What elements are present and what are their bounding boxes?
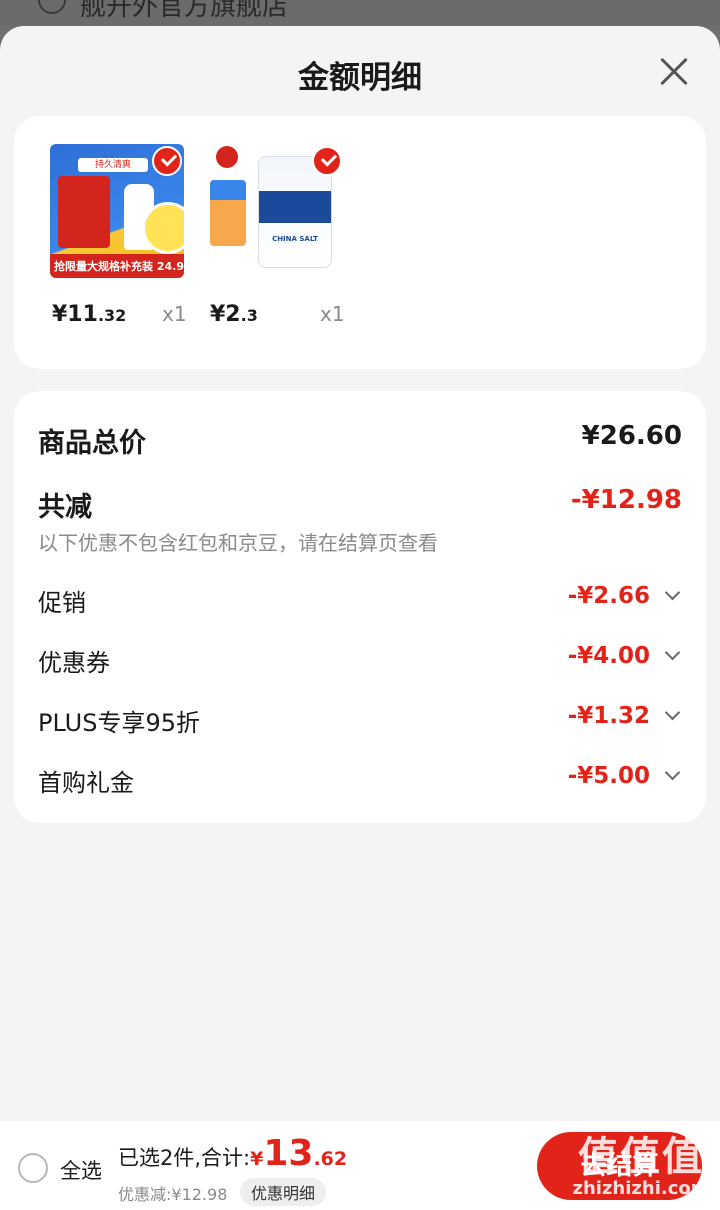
product-image: 持久清爽 抢限量大规格补充装 24.9 (50, 144, 184, 278)
image-band-text: 抢限量大规格补充装 24.9 (54, 260, 184, 273)
chevron-down-icon[interactable] (664, 584, 681, 601)
total-price-value: ¥26.60 (581, 421, 682, 451)
first-purchase-label: 首购礼金 (38, 769, 134, 797)
discount-detail-button[interactable]: 优惠明细 (240, 1178, 327, 1206)
promo-value: -¥2.66 (567, 583, 650, 609)
promo-label: 促销 (38, 589, 86, 617)
product-qty: x1 (162, 302, 187, 326)
discount-note: 以下优惠不包含红包和京豆，请在结算页查看 (38, 531, 438, 555)
summary-card: 商品总价 ¥26.60 共减 -¥12.98 以下优惠不包含红包和京豆，请在结算… (14, 391, 706, 823)
total-decimal: .62 (313, 1148, 348, 1170)
image-tag: 持久清爽 (78, 158, 148, 172)
products-card: 持久清爽 抢限量大规格补充装 24.9 ¥11.32 x1 CHINA SALT (14, 116, 706, 369)
watermark-logo-text: 值值值 (578, 1134, 704, 1180)
chevron-down-icon[interactable] (664, 764, 681, 781)
total-reduce-value: -¥12.98 (570, 485, 682, 515)
product-price: ¥2.3 (210, 302, 258, 327)
background-store-header: 舰开外官方旗舰店 (0, 0, 720, 26)
chevron-down-icon[interactable] (664, 704, 681, 721)
total-integer: 13 (263, 1133, 314, 1174)
select-all-radio[interactable] (18, 1153, 48, 1183)
image-box-shape (58, 176, 110, 248)
amount-detail-sheet: 金额明细 持久清爽 抢限量大规格补充装 24.9 ¥11.32 x1 CHINA… (0, 26, 720, 1121)
chevron-down-icon[interactable] (664, 644, 681, 661)
watermark: 值值值 zhizhizhi.com (568, 1124, 714, 1199)
coupon-label: 优惠券 (38, 649, 110, 677)
check-icon (312, 146, 342, 176)
store-name: 舰开外官方旗舰店 (80, 0, 289, 22)
product-item[interactable]: CHINA SALT (210, 144, 350, 278)
select-all-label[interactable]: 全选 (60, 1155, 102, 1185)
check-icon (152, 146, 182, 176)
watermark-url: zhizhizhi.com (572, 1178, 710, 1199)
close-icon[interactable] (652, 50, 696, 94)
currency-symbol: ¥ (250, 1148, 264, 1170)
image-card-shape (210, 180, 246, 246)
plus-discount-value: -¥1.32 (567, 703, 650, 729)
product-item[interactable]: 持久清爽 抢限量大规格补充装 24.9 (50, 144, 190, 278)
store-select-radio (38, 0, 66, 14)
product-qty: x1 (320, 302, 345, 326)
selected-summary-label: 已选2件,合计: (118, 1146, 251, 1170)
sheet-title: 金额明细 (298, 60, 422, 96)
product-price: ¥11.32 (52, 302, 127, 327)
brand-logo (216, 146, 238, 168)
product-image: CHINA SALT (210, 144, 344, 278)
selected-total: 已选2件,合计:¥13.62 (118, 1133, 347, 1174)
coupon-value: -¥4.00 (567, 643, 650, 669)
first-purchase-value: -¥5.00 (567, 763, 650, 789)
discount-summary: 优惠减:¥12.98 (118, 1185, 228, 1204)
plus-discount-label: PLUS专享95折 (38, 709, 200, 737)
total-price-label: 商品总价 (38, 428, 146, 459)
total-reduce-label: 共减 (38, 492, 92, 523)
